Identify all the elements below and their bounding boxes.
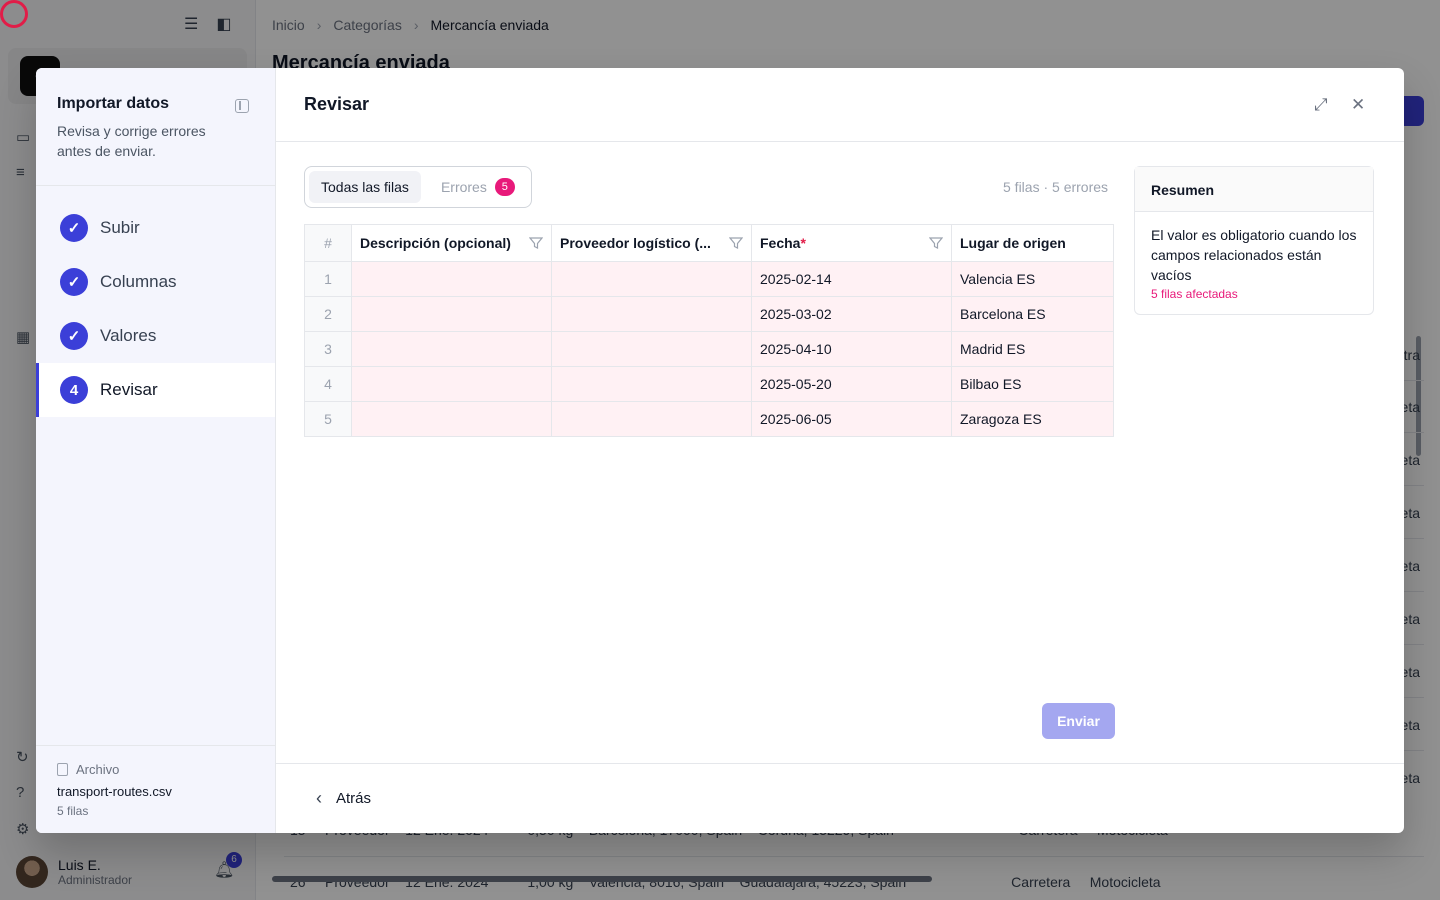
origin-cell[interactable]: Barcelona ES bbox=[951, 296, 1114, 332]
column-header-origin[interactable]: Lugar de origen bbox=[951, 224, 1114, 262]
origin-cell[interactable]: Valencia ES bbox=[951, 261, 1114, 297]
row-filter-tabs: Todas las filas Errores 5 bbox=[304, 166, 532, 208]
tab-label: Errores bbox=[440, 179, 487, 195]
submit-button[interactable]: Enviar bbox=[1042, 703, 1115, 739]
provider-cell[interactable] bbox=[551, 366, 752, 402]
column-label: Descripción (opcional) bbox=[360, 235, 511, 251]
step-label: Valores bbox=[100, 326, 157, 345]
file-icon bbox=[57, 763, 68, 776]
back-button[interactable]: Atrás bbox=[336, 790, 371, 807]
check-icon: ✓ bbox=[60, 214, 88, 242]
date-cell[interactable]: 2025-02-14 bbox=[751, 261, 952, 297]
tab-all-rows[interactable]: Todas las filas bbox=[309, 171, 421, 203]
provider-cell[interactable] bbox=[551, 331, 752, 367]
file-name: transport-routes.csv bbox=[57, 784, 172, 799]
import-stepper: Importar datos Revisa y corrige errores … bbox=[36, 68, 276, 833]
filter-icon[interactable] bbox=[529, 237, 543, 249]
table-header-row: # Descripción (opcional) Proveedor logís… bbox=[304, 224, 1114, 262]
column-header-date[interactable]: Fecha* bbox=[751, 224, 952, 262]
error-summary: Resumen El valor es obligatorio cuando l… bbox=[1134, 166, 1374, 315]
table-row[interactable]: 5 2025-06-05 Zaragoza ES bbox=[304, 401, 1114, 437]
step-review[interactable]: 4 Revisar bbox=[36, 363, 275, 417]
error-count-badge: 5 bbox=[494, 178, 515, 196]
origin-cell[interactable]: Madrid ES bbox=[951, 331, 1114, 367]
row-index: 5 bbox=[304, 401, 352, 437]
stepper-subtitle: Revisa y corrige errores antes de enviar… bbox=[57, 123, 206, 159]
table-row[interactable]: 4 2025-05-20 Bilbao ES bbox=[304, 366, 1114, 402]
expand-icon[interactable]: ⤢ bbox=[1314, 95, 1328, 115]
review-header: Revisar ⤢ ✕ bbox=[276, 68, 1404, 142]
date-cell[interactable]: 2025-03-02 bbox=[751, 296, 952, 332]
file-label: Archivo bbox=[57, 762, 255, 777]
provider-cell[interactable] bbox=[551, 261, 752, 297]
description-cell[interactable] bbox=[351, 296, 552, 332]
tab-label: Todas las filas bbox=[321, 179, 409, 195]
summary-title: Resumen bbox=[1135, 167, 1373, 212]
review-title: Revisar bbox=[304, 94, 370, 114]
summary-message[interactable]: El valor es obligatorio cuando los campo… bbox=[1135, 212, 1373, 285]
step-number: 4 bbox=[60, 376, 88, 404]
required-marker: * bbox=[800, 235, 806, 251]
column-header-index: # bbox=[304, 224, 352, 262]
collapse-panel-icon[interactable] bbox=[235, 99, 249, 113]
description-cell[interactable] bbox=[351, 331, 552, 367]
chevron-left-icon[interactable]: ‹ bbox=[316, 788, 322, 809]
filter-icon[interactable] bbox=[929, 237, 943, 249]
stepper-header: Importar datos Revisa y corrige errores … bbox=[36, 68, 275, 186]
row-index: 3 bbox=[304, 331, 352, 367]
step-list: ✓ Subir ✓ Columnas ✓ Valores 4 Revisar bbox=[36, 186, 275, 417]
row-error-count: 5 filas · 5 errores bbox=[1003, 179, 1109, 195]
file-row-count: 5 filas bbox=[57, 804, 89, 818]
review-panel: Revisar ⤢ ✕ Todas las filas Errores 5 5 … bbox=[276, 68, 1404, 833]
cursor-indicator bbox=[0, 0, 28, 28]
column-label: Fecha bbox=[760, 235, 801, 251]
column-header-provider[interactable]: Proveedor logístico (... bbox=[551, 224, 752, 262]
provider-cell[interactable] bbox=[551, 296, 752, 332]
table-row[interactable]: 3 2025-04-10 Madrid ES bbox=[304, 331, 1114, 367]
file-label-text: Archivo bbox=[76, 762, 120, 777]
row-index: 2 bbox=[304, 296, 352, 332]
origin-cell[interactable]: Bilbao ES bbox=[951, 366, 1114, 402]
description-cell[interactable] bbox=[351, 366, 552, 402]
step-label: Subir bbox=[100, 218, 140, 237]
date-cell[interactable]: 2025-06-05 bbox=[751, 401, 952, 437]
check-icon: ✓ bbox=[60, 322, 88, 350]
stepper-title: Importar datos bbox=[57, 95, 170, 112]
column-label: Proveedor logístico (... bbox=[560, 235, 711, 251]
review-table: # Descripción (opcional) Proveedor logís… bbox=[304, 224, 1114, 437]
review-footer: ‹ Atrás bbox=[276, 763, 1404, 833]
import-modal: Importar datos Revisa y corrige errores … bbox=[36, 68, 1404, 833]
step-label: Revisar bbox=[100, 380, 158, 399]
origin-cell[interactable]: Zaragoza ES bbox=[951, 401, 1114, 437]
check-icon: ✓ bbox=[60, 268, 88, 296]
step-upload[interactable]: ✓ Subir bbox=[36, 201, 275, 255]
step-values[interactable]: ✓ Valores bbox=[36, 309, 275, 363]
provider-cell[interactable] bbox=[551, 401, 752, 437]
column-header-description[interactable]: Descripción (opcional) bbox=[351, 224, 552, 262]
file-info: Archivo transport-routes.csv 5 filas bbox=[36, 745, 275, 833]
date-cell[interactable]: 2025-05-20 bbox=[751, 366, 952, 402]
filter-icon[interactable] bbox=[729, 237, 743, 249]
step-label: Columnas bbox=[100, 272, 177, 291]
summary-affected-rows[interactable]: 5 filas afectadas bbox=[1135, 285, 1373, 301]
row-index: 4 bbox=[304, 366, 352, 402]
row-index: 1 bbox=[304, 261, 352, 297]
close-icon[interactable]: ✕ bbox=[1351, 95, 1365, 115]
description-cell[interactable] bbox=[351, 401, 552, 437]
description-cell[interactable] bbox=[351, 261, 552, 297]
step-columns[interactable]: ✓ Columnas bbox=[36, 255, 275, 309]
table-row[interactable]: 1 2025-02-14 Valencia ES bbox=[304, 261, 1114, 297]
date-cell[interactable]: 2025-04-10 bbox=[751, 331, 952, 367]
table-row[interactable]: 2 2025-03-02 Barcelona ES bbox=[304, 296, 1114, 332]
tab-errors[interactable]: Errores 5 bbox=[429, 171, 527, 203]
